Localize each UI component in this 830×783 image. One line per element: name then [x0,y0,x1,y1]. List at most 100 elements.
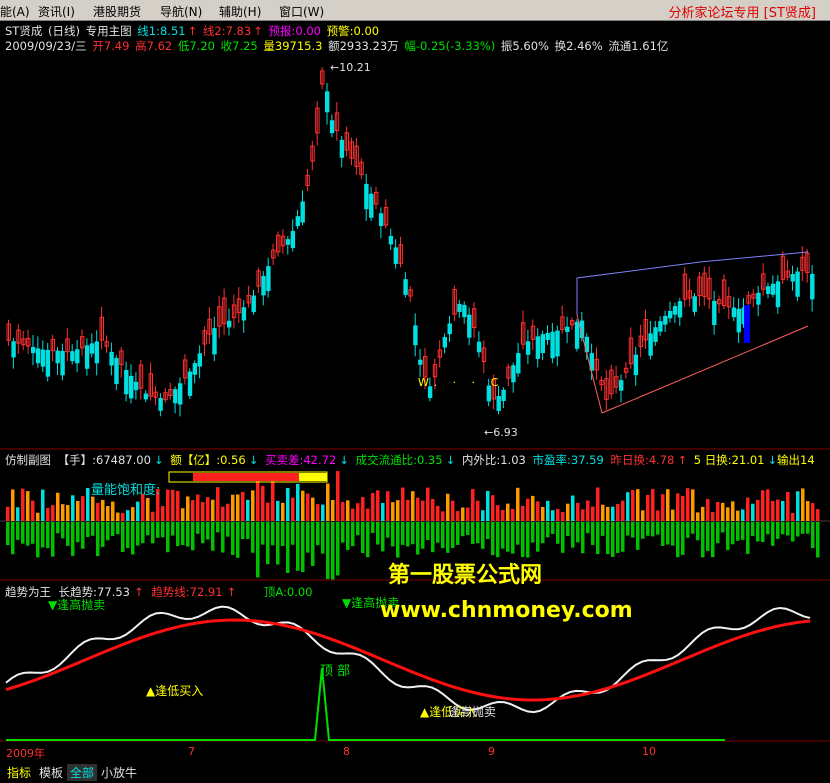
volume-bar [406,499,410,521]
volume-lower-bar [581,522,585,554]
volume-bar [331,500,335,521]
volume-bar [731,501,735,521]
candlestick [555,330,560,357]
volume-lower-bar [516,522,520,545]
volume-lower-bar [196,522,200,534]
volume-bar [721,502,725,521]
watermark-title: 第一股票公式网 [388,563,543,588]
volume-lower-bar [541,522,545,544]
candlestick [192,363,198,375]
candlestick [31,347,36,354]
candlestick [403,279,408,295]
volume-bar [6,506,10,521]
candlestick [633,354,639,376]
candlestick [467,314,472,338]
volume-lower-bar [786,522,790,536]
candlestick [756,292,761,305]
volume-lower-bar [211,522,215,551]
candlestick [158,397,163,411]
volume-bar [421,500,425,521]
axis-label-2009: 2009年 [6,747,45,760]
volume-lower-bar [101,522,105,547]
volume-lower-bar [336,522,340,576]
candlestick [648,333,653,356]
down-arrow-icon: ↓ [445,453,456,467]
volume-lower-bar [331,522,335,580]
tab-indicator[interactable]: 指标 [4,764,34,781]
tab-all[interactable]: 全部 [67,764,98,781]
volume-bar [791,512,795,521]
volume-bar [311,497,315,521]
volume-lower-bar [796,522,800,537]
volume-bar [51,505,55,521]
volume-bar [131,507,135,521]
candlestick [35,348,41,364]
volume-bar [321,504,325,521]
candlestick [45,349,51,377]
candlestick [129,375,134,399]
volume-bar [71,495,75,521]
volume-lower-bar [141,522,145,544]
volume-lower-bar [251,522,255,553]
candlestick [545,333,550,340]
volume-bar [246,499,250,521]
volume-lower-bar [376,522,380,545]
volume-bar [471,489,475,521]
volume-lower-bar [681,522,685,555]
volume-bar [231,494,235,521]
volume-bar [286,487,290,521]
volume-lower-bar [466,522,470,535]
volume-lower-bar [401,522,405,545]
candlestick [40,349,46,367]
volume-bar [366,508,370,521]
volume-lower-bar [536,522,540,552]
volume-bar [96,502,100,521]
volume-bar [46,507,50,521]
candlestick [369,193,374,218]
candlestick [457,303,462,313]
candlestick [212,328,217,355]
volume-lower-bar [181,522,185,546]
tab-xiaofangniu[interactable]: 小放牛 [98,764,140,781]
volume-bar [106,506,110,521]
sub-prev-turnover: 昨日换:4.78 [610,453,675,467]
volume-bar [171,489,175,521]
volume-lower-bar [396,522,400,558]
down-arrow-icon: ↓ [153,453,164,467]
volume-lower-bar [46,522,50,549]
volume-bar [591,506,595,521]
chart-canvas[interactable] [0,0,830,761]
volume-bar [796,491,800,521]
volume-bar [581,509,585,521]
volume-bar [741,509,745,521]
sub-chart-title: 仿制副图 [5,453,51,467]
sub-amount: 额【亿】:0.56 [170,453,246,467]
sub-in-out-ratio: 内外比:1.03 [461,453,526,467]
volume-lower-bar [276,522,280,565]
volume-bar [446,493,450,521]
candlestick [619,380,624,391]
candlestick [187,371,193,396]
sub-five-day-turnover: 5 日换:21.01 [693,453,765,467]
candlestick [364,183,369,210]
volume-bar [726,507,730,521]
volume-lower-bar [591,522,595,545]
volume-lower-bar [121,522,125,553]
candlestick [197,353,203,367]
candlestick [413,325,418,346]
volume-bar [786,491,790,521]
volume-lower-bar [151,522,155,544]
volume-bar [336,471,340,521]
volume-lower-bar [811,522,815,549]
volume-bar [81,496,85,521]
triangle-down-icon: ▼ [342,596,352,610]
volume-bar [431,498,435,521]
volume-bar [201,502,205,521]
volume-bar [531,495,535,521]
volume-lower-bar [221,522,225,553]
volume-bar [526,498,530,521]
candlestick [60,350,65,376]
volume-bar [181,508,185,521]
volume-lower-bar [606,522,610,555]
tab-template[interactable]: 模板 [36,764,66,781]
